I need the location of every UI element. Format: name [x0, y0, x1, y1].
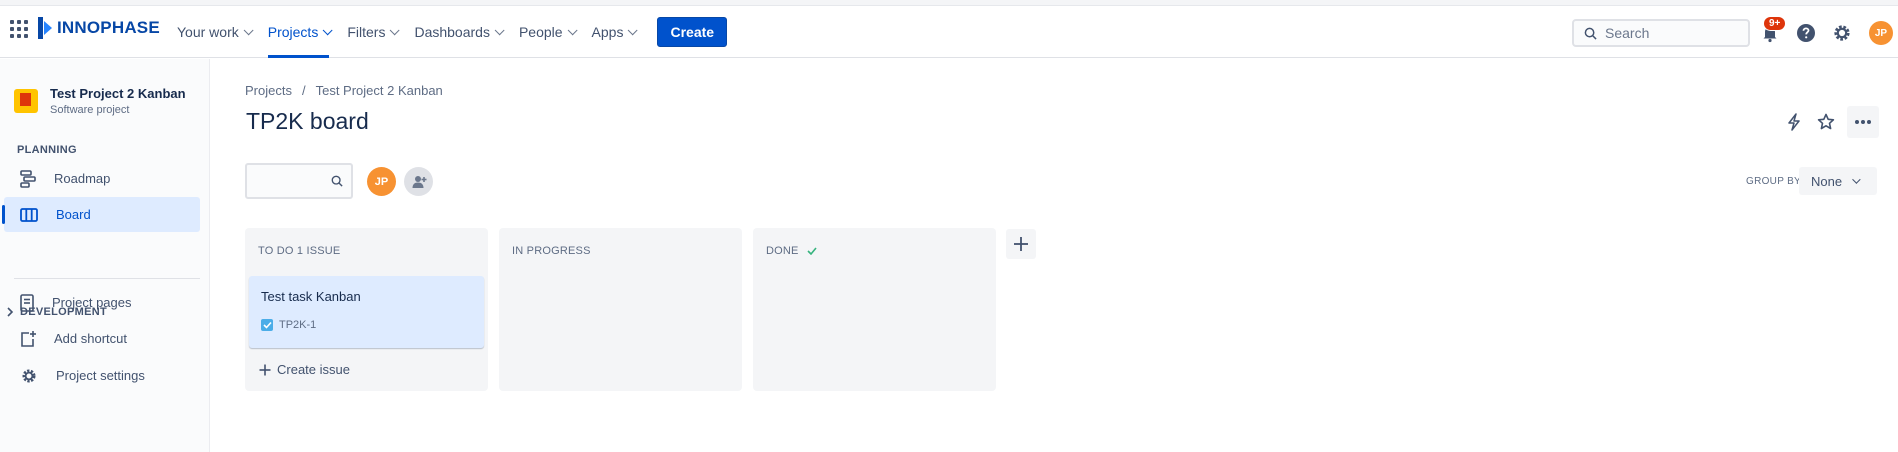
user-avatar[interactable]: JP [1869, 21, 1893, 45]
issue-card-title: Test task Kanban [261, 289, 361, 304]
planning-section-label: PLANNING [17, 144, 77, 156]
search-icon [1584, 27, 1597, 40]
sidebar-item-add-shortcut[interactable]: Add shortcut [4, 321, 200, 356]
search-placeholder: Search [1605, 25, 1650, 41]
chevron-down-icon [494, 24, 505, 35]
group-by-label: GROUP BY [1746, 176, 1802, 187]
nav-dashboards[interactable]: Dashboards [405, 6, 510, 58]
issue-card[interactable]: Test task Kanban TP2K-1 [249, 276, 484, 348]
board-search-input[interactable] [245, 163, 353, 199]
column-title: DONE [766, 245, 817, 257]
nav-projects[interactable]: Projects [259, 6, 339, 58]
nav-people[interactable]: People [510, 6, 583, 58]
breadcrumb-separator: / [301, 83, 306, 98]
settings-gear-icon[interactable] [1830, 21, 1854, 45]
group-by-select[interactable]: None [1799, 167, 1877, 195]
search-icon [331, 175, 343, 187]
sidebar-item-label: Project settings [56, 368, 145, 383]
sidebar-item-label: Roadmap [54, 171, 111, 186]
search-input[interactable]: Search [1572, 19, 1750, 47]
nav-filters[interactable]: Filters [338, 6, 405, 58]
project-name: Test Project 2 Kanban [50, 86, 186, 101]
chevron-down-icon [243, 24, 254, 35]
gear-icon [22, 369, 36, 382]
nav-apps[interactable]: Apps [583, 6, 644, 58]
add-shortcut-icon [21, 330, 36, 347]
help-icon[interactable] [1794, 21, 1818, 45]
issue-key: TP2K-1 [279, 319, 317, 331]
sidebar-item-label: Board [56, 207, 91, 222]
assignee-filter-avatar[interactable]: JP [367, 167, 396, 196]
chevron-down-icon [322, 24, 333, 35]
project-header[interactable]: Test Project 2 Kanban Software project [14, 86, 186, 116]
add-column-button[interactable] [1006, 229, 1036, 259]
column-title-text: DONE [766, 245, 799, 257]
sidebar-item-project-pages[interactable]: Project pages [4, 285, 200, 320]
sidebar-item-board[interactable]: Board [2, 197, 200, 232]
group-by-value: None [1811, 173, 1843, 189]
more-actions-icon[interactable] [1847, 106, 1879, 138]
project-sidebar: Test Project 2 Kanban Software project P… [0, 59, 210, 452]
sidebar-item-project-settings[interactable]: Project settings [4, 358, 200, 393]
breadcrumb: Projects / Test Project 2 Kanban [245, 83, 443, 98]
chevron-down-icon [567, 24, 578, 35]
pages-icon [20, 293, 34, 312]
sidebar-divider [14, 278, 200, 279]
main-menu: Your work Projects Filters Dashboards Pe… [168, 6, 728, 58]
column-title-text: TO DO 1 ISSUE [258, 245, 341, 257]
sidebar-item-roadmap[interactable]: Roadmap [4, 161, 200, 196]
brand-name: INNOPHASE [57, 18, 160, 37]
board-column-in-progress: IN PROGRESS [499, 228, 742, 391]
column-title: TO DO 1 ISSUE [258, 245, 340, 257]
nav-dashboards-label: Dashboards [414, 24, 490, 40]
brand-logo[interactable]: INNOPHASE [38, 17, 160, 39]
project-avatar-icon [14, 89, 38, 113]
sidebar-item-label: Project pages [52, 295, 132, 310]
innophase-logo-icon [38, 17, 52, 39]
chevron-down-icon [390, 24, 401, 35]
nav-apps-label: Apps [591, 24, 624, 40]
nav-projects-label: Projects [267, 24, 319, 40]
app-switcher-icon[interactable] [10, 20, 28, 38]
add-people-icon[interactable] [404, 167, 433, 196]
task-type-icon [261, 319, 273, 331]
board-column-done: DONE [753, 228, 996, 391]
plus-icon [1014, 237, 1028, 251]
nav-filters-label: Filters [347, 24, 386, 40]
issue-card-key-row: TP2K-1 [261, 319, 316, 331]
column-title-text: IN PROGRESS [512, 245, 591, 257]
star-icon[interactable] [1810, 106, 1842, 138]
breadcrumb-project-link[interactable]: Test Project 2 Kanban [316, 83, 443, 98]
nav-your-work[interactable]: Your work [168, 6, 259, 58]
create-issue-label: Create issue [277, 362, 350, 377]
project-type: Software project [50, 104, 130, 116]
breadcrumb-projects-link[interactable]: Projects [245, 83, 292, 98]
notifications-badge: 9+ [1763, 16, 1787, 31]
create-button[interactable]: Create [657, 17, 728, 47]
chevron-down-icon [628, 24, 639, 35]
nav-people-label: People [518, 24, 563, 40]
sidebar-item-label: Add shortcut [54, 331, 127, 346]
done-check-icon [807, 247, 817, 255]
automation-lightning-icon[interactable] [1778, 106, 1810, 138]
roadmap-icon [20, 169, 36, 188]
create-issue-button[interactable]: Create issue [259, 362, 350, 377]
page-title: TP2K board [246, 108, 369, 134]
board-icon [20, 207, 38, 222]
column-title: IN PROGRESS [512, 245, 591, 257]
board-column-todo: TO DO 1 ISSUE Test task Kanban TP2K-1 Cr… [245, 228, 488, 391]
chevron-down-icon [1852, 175, 1861, 184]
nav-your-work-label: Your work [177, 24, 239, 40]
plus-icon [259, 364, 271, 375]
